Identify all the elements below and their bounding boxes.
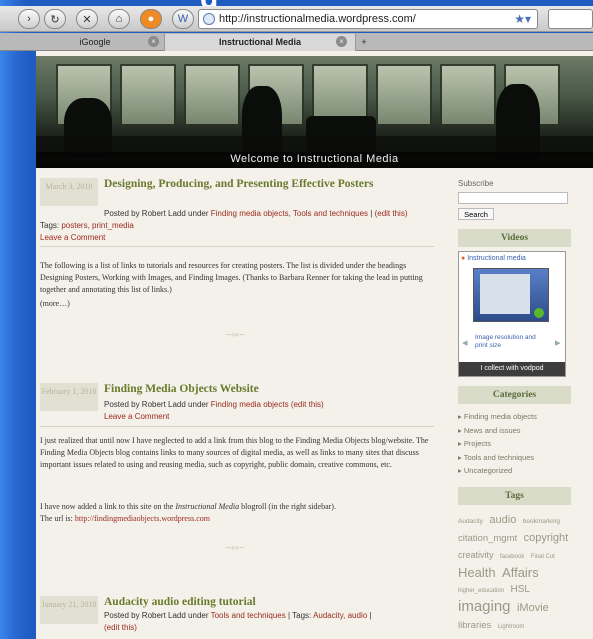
post: February 1, 2010 Finding Media Objects W… bbox=[40, 383, 436, 583]
tag-link[interactable]: iMovie bbox=[517, 602, 549, 614]
stop-button[interactable]: ✕ bbox=[76, 9, 98, 29]
post-date: February 1, 2010 bbox=[40, 383, 98, 411]
bookmark-icon[interactable]: ● bbox=[140, 9, 162, 29]
tag-link[interactable]: citation_mgmt bbox=[458, 533, 517, 544]
site-title: Welcome to Instructional Media bbox=[36, 152, 593, 168]
tag-link[interactable]: Affairs bbox=[502, 565, 539, 580]
forward-icon[interactable]: › bbox=[18, 9, 40, 29]
categories-heading: Categories bbox=[458, 386, 571, 404]
flourish-ornament: ~∾~ bbox=[224, 330, 246, 341]
subscribe-label: Subscribe bbox=[458, 179, 494, 188]
tag-link[interactable]: audio bbox=[489, 514, 516, 526]
post-body: The following is a list of links to tuto… bbox=[40, 261, 423, 294]
post-date: March 3, 2010 bbox=[40, 178, 98, 206]
star-icon[interactable]: ★▾ bbox=[514, 12, 531, 26]
tag-link[interactable]: posters, print_media bbox=[61, 221, 133, 230]
category-link[interactable]: Finding media objects bbox=[211, 400, 289, 409]
comment-link[interactable]: Leave a Comment bbox=[40, 232, 370, 243]
new-tab-icon[interactable]: + bbox=[356, 34, 372, 51]
post-meta: Posted by Robert Ladd under Finding medi… bbox=[104, 400, 324, 409]
site-icon bbox=[203, 13, 215, 25]
web-page: Welcome to Instructional Media March 3, … bbox=[36, 51, 593, 639]
post-body: I have now added a link to this site on … bbox=[40, 502, 336, 523]
post-date: January 21, 2010 bbox=[40, 596, 98, 624]
video-caption[interactable]: Image resolution and print size bbox=[475, 334, 545, 350]
google-search-box[interactable] bbox=[548, 9, 593, 29]
tag-link[interactable]: copyright bbox=[524, 532, 569, 544]
videos-heading: Videos bbox=[458, 229, 571, 247]
category-link[interactable]: Tools and techniques bbox=[211, 611, 286, 620]
tab-label: iGoogle bbox=[79, 37, 111, 47]
wordpress-icon[interactable]: W bbox=[172, 9, 194, 29]
video-thumbnail[interactable] bbox=[473, 268, 549, 322]
post-meta: Posted by Robert Ladd under Finding medi… bbox=[104, 209, 408, 218]
tag-link[interactable]: Audacity, audio bbox=[313, 611, 367, 620]
video-title[interactable]: ● Instructional media bbox=[461, 255, 526, 262]
post: January 21, 2010 Audacity audio editing … bbox=[40, 596, 436, 639]
post-title[interactable]: Audacity audio editing tutorial bbox=[104, 596, 404, 609]
tag-link[interactable]: HSL bbox=[511, 584, 530, 595]
tag-link[interactable]: imaging bbox=[458, 598, 511, 615]
vodpod-icon: ● bbox=[461, 255, 466, 262]
close-icon[interactable]: × bbox=[336, 36, 347, 47]
reload-button[interactable]: ↻ bbox=[44, 9, 66, 29]
tag-link[interactable]: bookmarking bbox=[523, 518, 560, 525]
url-link[interactable]: http://findingmediaobjects.wordpress.com bbox=[75, 514, 210, 523]
category-link[interactable]: Finding media objects, Tools and techniq… bbox=[211, 209, 368, 218]
tag-link[interactable]: higher_education bbox=[458, 588, 504, 594]
tag-link[interactable]: creativity bbox=[458, 550, 494, 560]
edit-link[interactable]: (edit this) bbox=[375, 209, 408, 218]
url-text: http://instructionalmedia.wordpress.com/ bbox=[219, 13, 416, 25]
search-button[interactable]: Search bbox=[458, 208, 494, 220]
category-item[interactable]: ▸ Tools and techniques bbox=[458, 451, 571, 465]
tag-link[interactable]: facebook bbox=[500, 554, 524, 560]
next-arrow-icon[interactable]: ▸ bbox=[555, 336, 561, 349]
close-icon[interactable]: × bbox=[148, 36, 159, 47]
category-item[interactable]: ▸ Uncategorized bbox=[458, 464, 571, 478]
home-button[interactable]: ⌂ bbox=[108, 9, 130, 29]
address-bar[interactable]: http://instructionalmedia.wordpress.com/… bbox=[198, 9, 538, 29]
play-icon[interactable] bbox=[534, 308, 544, 318]
sidebar: Subscribe Search Videos ● Instructional … bbox=[458, 179, 571, 639]
post-meta: Posted by Robert Ladd under Tools and te… bbox=[104, 611, 372, 620]
category-item[interactable]: ▸ Finding media objects bbox=[458, 410, 571, 424]
tab-instructional-media[interactable]: Instructional Media bbox=[164, 34, 356, 51]
divider bbox=[40, 246, 434, 247]
prev-arrow-icon[interactable]: ◂ bbox=[462, 336, 468, 349]
category-list: ▸ Finding media objects ▸ News and issue… bbox=[458, 410, 571, 478]
tag-link[interactable]: Health bbox=[458, 565, 496, 580]
post: March 3, 2010 Designing, Producing, and … bbox=[40, 178, 436, 378]
tab-label: Instructional Media bbox=[218, 37, 301, 47]
site-header-image: Welcome to Instructional Media bbox=[36, 56, 593, 168]
tag-link[interactable]: Audacity bbox=[458, 518, 483, 525]
tag-link[interactable]: Final Cut bbox=[531, 554, 555, 560]
divider bbox=[40, 426, 434, 427]
tag-cloud: Audacity audio bookmarking citation_mgmt… bbox=[458, 511, 571, 639]
tag-link[interactable]: libraries bbox=[458, 620, 491, 631]
comment-link[interactable]: Leave a Comment bbox=[104, 411, 434, 422]
search-input[interactable] bbox=[458, 192, 568, 204]
browser-toolbar: › ↻ ✕ ⌂ ● W http://instructionalmedia.wo… bbox=[0, 6, 593, 32]
vodpod-bar[interactable]: I collect with vodpod bbox=[459, 362, 565, 376]
more-link[interactable]: (more…) bbox=[40, 298, 434, 310]
category-item[interactable]: ▸ Projects bbox=[458, 437, 571, 451]
post-body: I just realized that until now I have ne… bbox=[40, 436, 429, 469]
post-tags: Tags: posters, print_media bbox=[40, 221, 134, 230]
edit-link[interactable]: (edit this) bbox=[104, 622, 434, 633]
post-title[interactable]: Finding Media Objects Website bbox=[104, 383, 404, 396]
tab-bar: iGoogle × Instructional Media × + bbox=[0, 33, 593, 51]
category-item[interactable]: ▸ News and issues bbox=[458, 424, 571, 438]
tag-link[interactable]: Lightroom bbox=[498, 624, 525, 630]
flourish-ornament: ~∾~ bbox=[224, 543, 246, 554]
post-title[interactable]: Designing, Producing, and Presenting Eff… bbox=[104, 178, 404, 191]
tags-heading: Tags bbox=[458, 486, 571, 505]
video-widget: ● Instructional media ◂ Image resolution… bbox=[458, 251, 566, 377]
edit-link[interactable]: (edit this) bbox=[291, 400, 324, 409]
tab-igoogle[interactable]: iGoogle bbox=[40, 34, 150, 51]
